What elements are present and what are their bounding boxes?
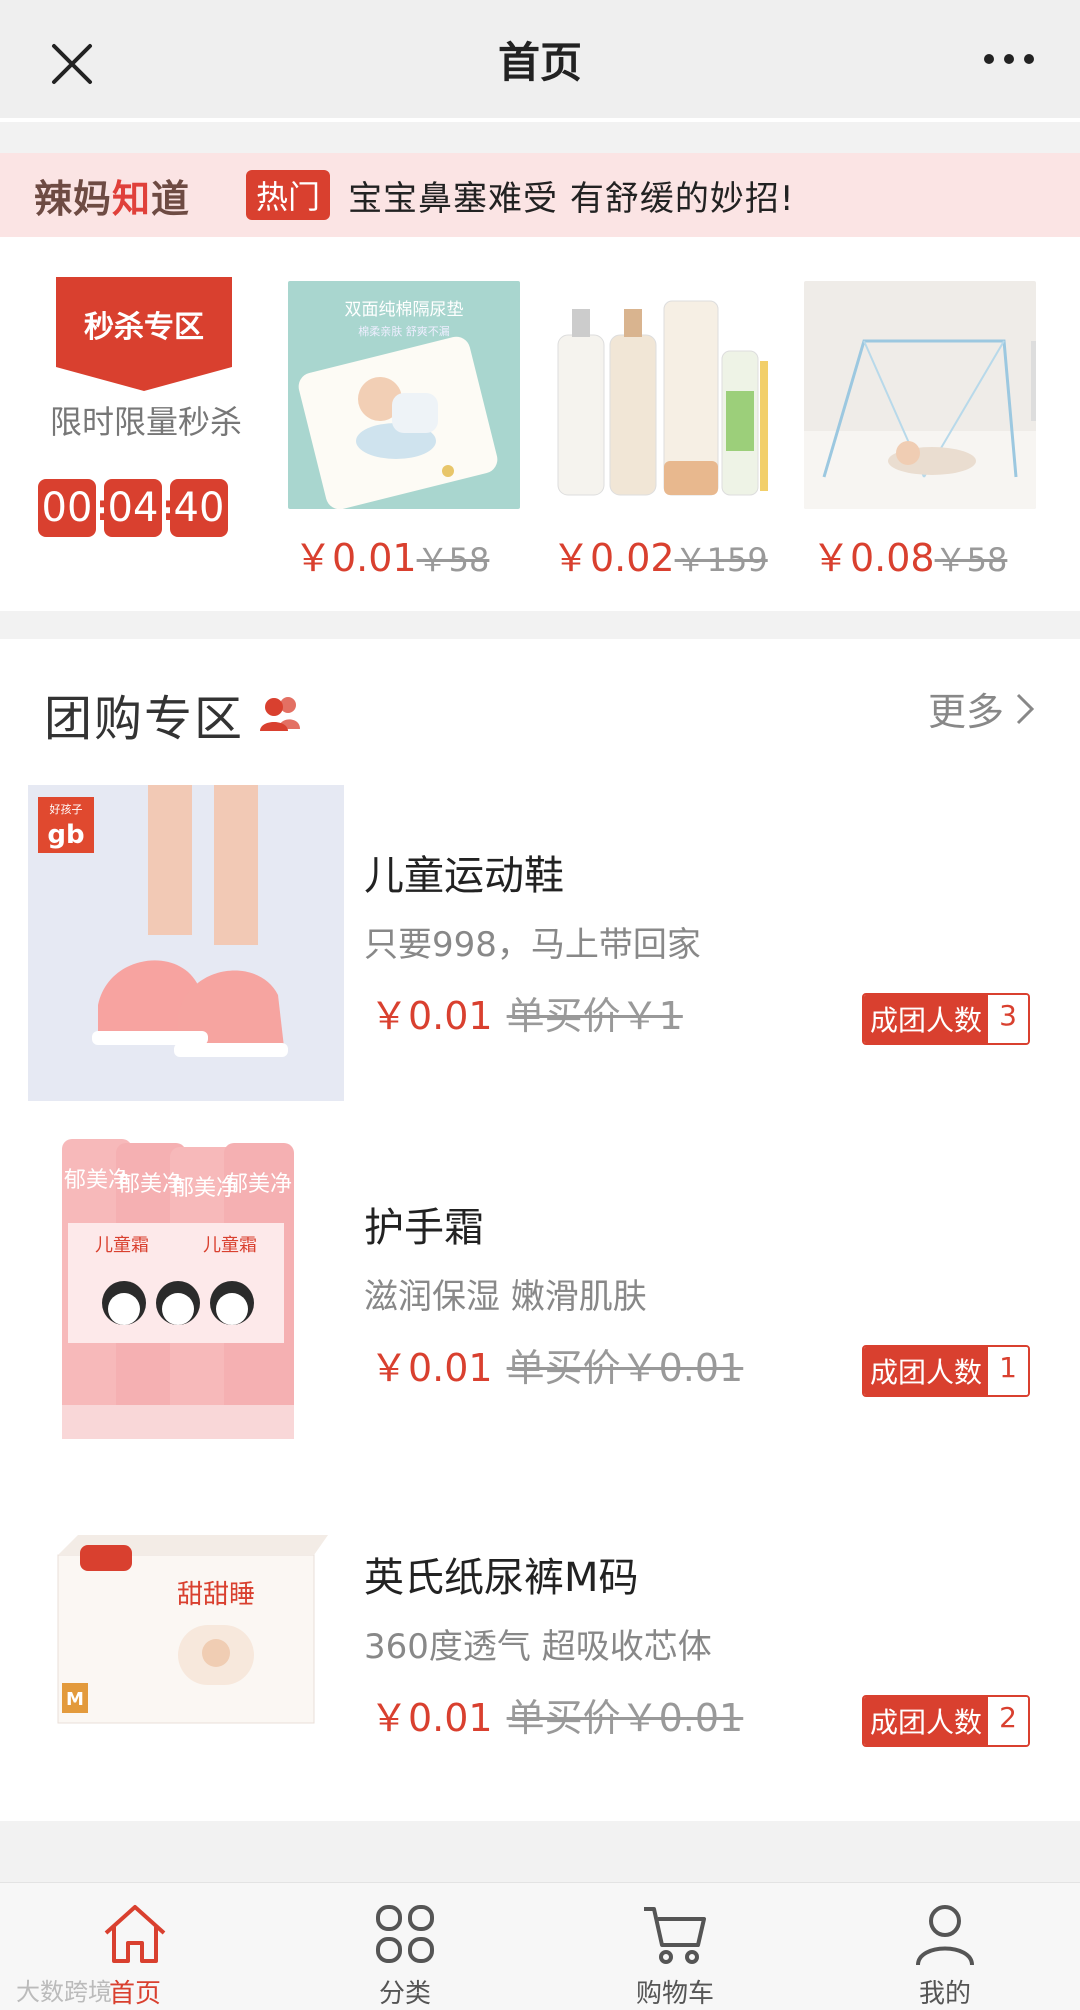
group-item-name: 英氏纸尿裤M码 [364,1555,639,1601]
baby-net-image [804,281,1041,509]
flash-item[interactable] [804,281,1041,513]
countdown-timer: 00 : 04 : 40 [38,479,228,537]
news-headline[interactable]: 宝宝鼻塞难受 有舒缓的妙招! [348,171,794,220]
svg-text:M: M [66,1689,84,1710]
lotion-bottles-image [544,281,776,509]
hand-cream-image: 郁美净 郁美净 郁美净 郁美净 儿童霜 儿童霜 [28,1135,344,1451]
group-people-icon [260,697,301,731]
group-item-price: ￥0.01 单买价￥0.01 [370,1696,744,1740]
countdown-seconds: 40 [170,479,228,537]
news-banner[interactable]: 辣妈知道 热门 宝宝鼻塞难受 有舒缓的妙招! [0,153,1080,237]
svg-text:秒杀专区: 秒杀专区 [84,310,204,345]
flash-price-3: ￥0.08￥58 [812,536,1008,580]
svg-text:儿童霜: 儿童霜 [203,1235,257,1256]
page-title: 首页 [497,37,582,87]
svg-text:双面纯棉隔尿垫: 双面纯棉隔尿垫 [345,300,464,320]
group-size-badge: 成团人数 1 [861,1345,1030,1397]
group-size-badge: 成团人数 3 [861,993,1030,1045]
news-brand: 辣妈知道 [34,176,191,221]
svg-text:甜甜睡: 甜甜睡 [177,1580,255,1610]
tab-profile[interactable]: 我的 [810,1883,1080,2010]
flash-sale-badge[interactable]: 秒杀专区 [56,277,232,391]
group-item-name: 护手霜 [364,1205,484,1251]
tab-cart[interactable]: 购物车 [540,1883,810,2010]
group-buy-section: 团购专区 更多 好孩子 gb 儿童运动鞋 只要998，马上带回家 ￥0.01 单买 [0,639,1080,1821]
flash-item[interactable] [544,281,776,513]
group-item-price: ￥0.01 单买价￥0.01 [370,1346,744,1390]
group-more-link[interactable]: 更多 [928,681,1036,736]
countdown-minutes: 04 [104,479,162,537]
hot-tag: 热门 [246,170,331,220]
more-dots-icon[interactable] [984,54,1034,64]
svg-text:郁美净: 郁美净 [226,1172,292,1197]
flash-sale-subtitle: 限时限量秒杀 [49,403,242,441]
watermark: 大数跨境 [16,1978,112,2006]
group-buy-header: 团购专区 [44,679,302,749]
flash-sale-section: 秒杀专区 限时限量秒杀 00 : 04 : 40 双面纯棉隔尿垫 棉柔亲肤 舒爽… [0,237,1080,611]
svg-text:gb: gb [47,820,84,850]
cart-icon [644,1907,706,1964]
svg-text:棉柔亲肤 舒爽不漏: 棉柔亲肤 舒爽不漏 [358,324,450,338]
flash-item[interactable]: 双面纯棉隔尿垫 棉柔亲肤 舒爽不漏 [288,281,520,513]
close-icon[interactable] [48,40,96,88]
flash-price-2: ￥0.02￥159 [552,536,768,580]
group-item-desc: 只要998，马上带回家 [364,925,701,965]
group-buy-title: 团购专区 [44,691,245,747]
svg-text:好孩子: 好孩子 [50,802,83,816]
group-size-badge: 成团人数 2 [861,1695,1030,1747]
navigation-bar: 首页 [0,0,1080,122]
group-item-price: ￥0.01 单买价￥1 [370,994,683,1038]
user-icon [916,1905,974,1966]
flash-price-1: ￥0.01￥58 [294,536,490,580]
category-icon [376,1905,434,1963]
bottom-tab-bar: 首页 分类 购物车 我的 [0,1882,1080,2010]
group-item[interactable]: 甜甜睡 M 英氏纸尿裤M码 360度透气 超吸收芯体 ￥0.01 单买价￥0.01… [0,1485,1080,1805]
group-item[interactable]: 好孩子 gb 儿童运动鞋 只要998，马上带回家 ￥0.01 单买价￥1 成团人数… [0,785,1080,1105]
group-item-name: 儿童运动鞋 [364,853,564,899]
changing-pad-image: 双面纯棉隔尿垫 棉柔亲肤 舒爽不漏 [288,281,520,510]
chevron-right-icon [1016,693,1035,724]
group-item[interactable]: 郁美净 郁美净 郁美净 郁美净 儿童霜 儿童霜 护手霜 滋润保湿 嫩滑肌肤 ￥0… [0,1135,1080,1455]
countdown-hours: 00 [38,479,96,537]
group-item-desc: 360度透气 超吸收芯体 [364,1627,712,1667]
home-icon [104,1905,166,1963]
diaper-box-image: 甜甜睡 M [28,1485,344,1801]
kids-shoes-image: 好孩子 gb [28,785,344,1101]
tab-category[interactable]: 分类 [270,1883,540,2010]
svg-text:儿童霜: 儿童霜 [95,1235,149,1256]
group-item-desc: 滋润保湿 嫩滑肌肤 [364,1277,647,1317]
